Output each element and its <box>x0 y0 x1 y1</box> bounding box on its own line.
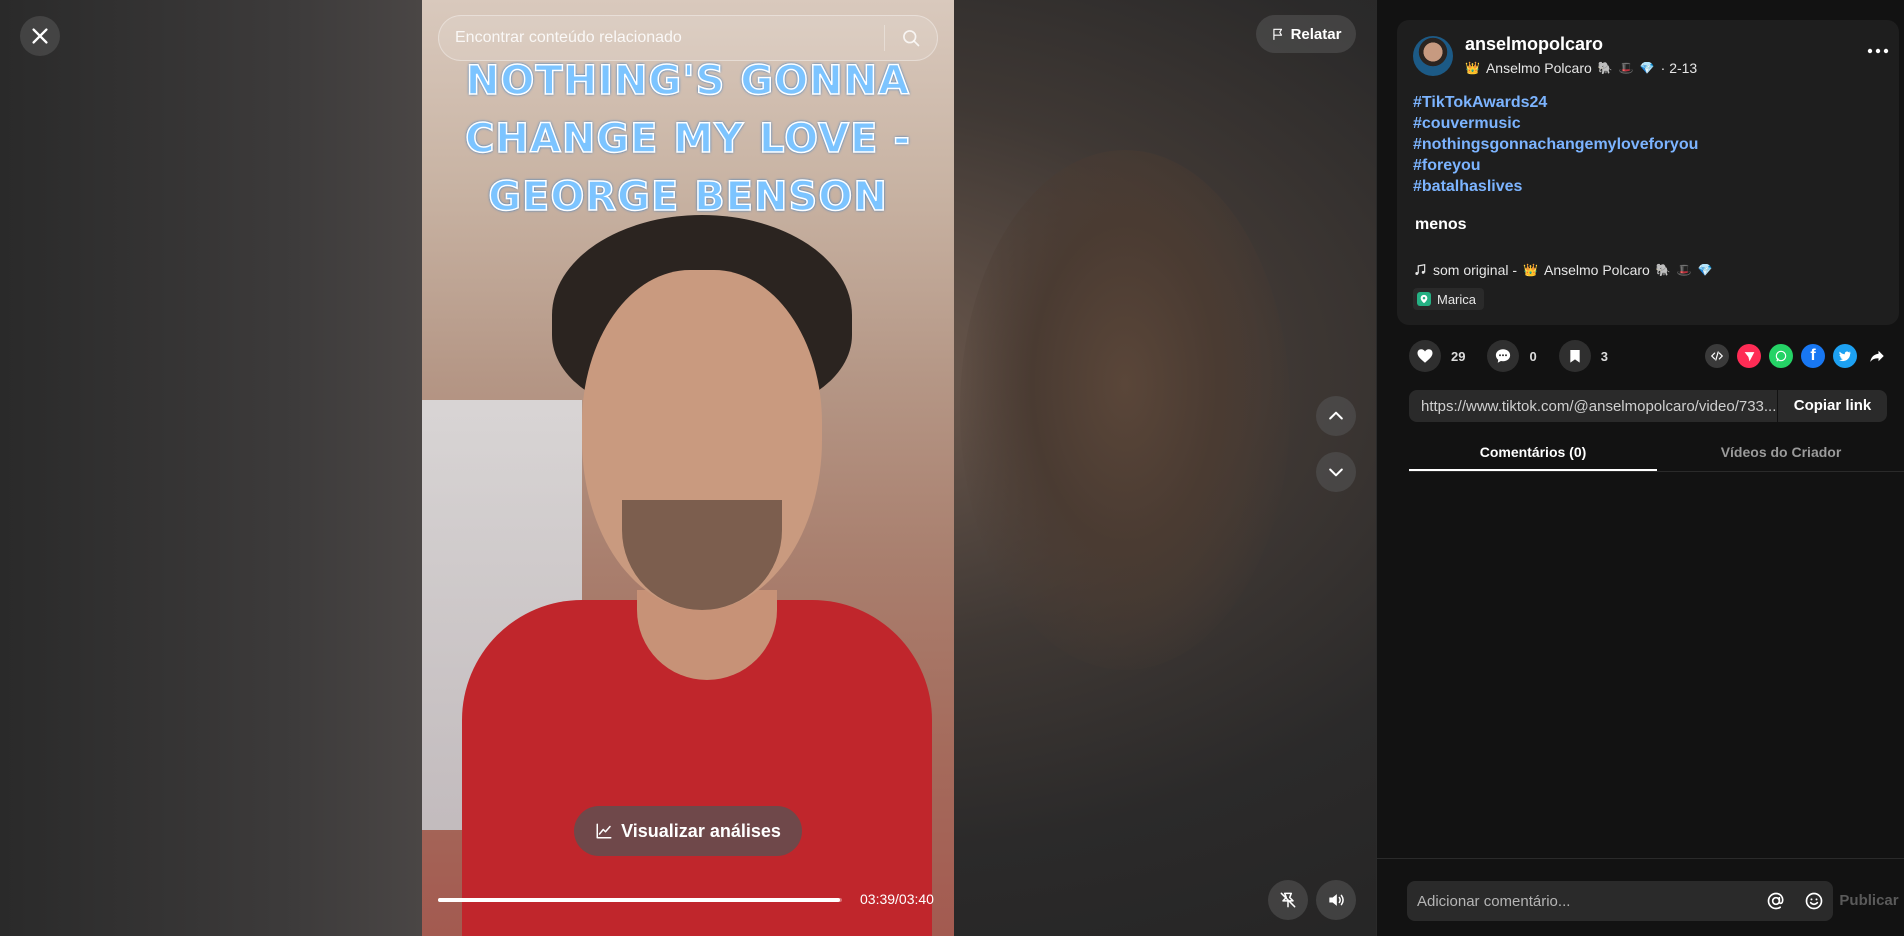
gem-badge: 💎 <box>1697 263 1713 277</box>
save-count: 3 <box>1600 348 1608 364</box>
like-count: 29 <box>1451 348 1466 364</box>
show-less-button[interactable]: menos <box>1415 216 1467 234</box>
volume-button[interactable] <box>1316 880 1356 920</box>
hashtag-link[interactable]: #TikTokAwards24 <box>1413 92 1698 113</box>
video-url[interactable]: https://www.tiktok.com/@anselmopolcaro/v… <box>1409 398 1777 415</box>
location-label: Marica <box>1437 291 1477 307</box>
hat-badge: 🎩 <box>1618 61 1634 75</box>
crown-icon: 👑 <box>1523 263 1538 277</box>
video-title-overlay: NOTHING'S GONNA CHANGE MY LOVE - GEORGE … <box>464 57 911 221</box>
details-panel: anselmopolcaro 👑 Anselmo Polcaro 🐘 🎩 💎 ·… <box>1376 0 1904 936</box>
tab-creator-videos[interactable]: Vídeos do Criador <box>1657 432 1904 471</box>
video-link-box: https://www.tiktok.com/@anselmopolcaro/v… <box>1409 390 1887 422</box>
comment-button[interactable]: 0 <box>1487 340 1537 372</box>
hashtag-link[interactable]: #couvermusic <box>1413 113 1698 134</box>
heart-icon <box>1409 340 1441 372</box>
location-tag[interactable]: Marica <box>1413 288 1485 310</box>
hashtag-list: #TikTokAwards24 #couvermusic #nothingsgo… <box>1413 92 1698 197</box>
crown-icon: 👑 <box>1465 61 1480 75</box>
mention-button[interactable] <box>1757 881 1795 921</box>
elephant-badge: 🐘 <box>1655 263 1671 277</box>
comment-composer: Publicar <box>1377 858 1904 936</box>
copy-link-button[interactable]: Copiar link <box>1777 390 1887 422</box>
blurred-background-face <box>960 150 1290 670</box>
video-progress-fill <box>438 898 840 902</box>
embed-icon[interactable] <box>1705 344 1729 368</box>
share-options: f <box>1705 344 1889 368</box>
music-label: som original - <box>1433 262 1518 278</box>
comment-count: 0 <box>1529 348 1537 364</box>
chart-icon <box>596 823 612 839</box>
video-time: 03:39/03:40 <box>860 891 934 907</box>
hat-badge: 🎩 <box>1676 263 1692 277</box>
twitter-icon[interactable] <box>1833 344 1857 368</box>
comment-icon <box>1487 340 1520 372</box>
engagement-bar: 29 0 3 <box>1409 340 1608 372</box>
author-subline: 👑 Anselmo Polcaro 🐘 🎩 💎 · 2-13 <box>1465 60 1697 76</box>
facebook-icon[interactable]: f <box>1801 344 1825 368</box>
float-player-button[interactable] <box>1268 880 1308 920</box>
tab-comments[interactable]: Comentários (0) <box>1409 432 1657 471</box>
location-pin-icon <box>1417 292 1431 306</box>
at-sign-icon <box>1767 892 1784 910</box>
close-icon <box>32 28 48 44</box>
gem-badge: 💎 <box>1639 61 1655 75</box>
hashtag-link[interactable]: #batalhaslives <box>1413 176 1698 197</box>
comment-input-wrapper <box>1407 881 1833 921</box>
volume-icon <box>1329 894 1344 906</box>
view-analytics-label: Visualizar análises <box>621 820 781 841</box>
next-video-button[interactable] <box>1316 452 1356 492</box>
report-button[interactable]: Relatar <box>1256 15 1356 53</box>
music-note-icon <box>1415 264 1426 275</box>
emoji-icon <box>1805 892 1823 910</box>
hashtag-link[interactable]: #foreyou <box>1413 155 1698 176</box>
report-label: Relatar <box>1290 25 1342 43</box>
hashtag-link[interactable]: #nothingsgonnachangemyloveforyou <box>1413 134 1698 155</box>
chevron-up-icon <box>1329 411 1343 420</box>
bookmark-icon <box>1558 340 1591 372</box>
pin-off-icon <box>1280 892 1296 908</box>
send-to-friends-icon[interactable] <box>1737 344 1761 368</box>
video-info-card: anselmopolcaro 👑 Anselmo Polcaro 🐘 🎩 💎 ·… <box>1397 20 1899 325</box>
video-progress-bar[interactable] <box>438 898 842 902</box>
music-info[interactable]: som original - 👑 Anselmo Polcaro 🐘 🎩 💎 <box>1413 262 1713 278</box>
like-button[interactable]: 29 <box>1409 340 1465 372</box>
previous-video-button[interactable] <box>1316 396 1356 436</box>
post-date: · 2-13 <box>1660 60 1698 76</box>
more-options-button[interactable] <box>1863 36 1893 66</box>
music-artist: Anselmo Polcaro <box>1543 262 1650 278</box>
panel-tabs: Comentários (0) Vídeos do Criador <box>1409 432 1904 472</box>
more-dots-icon <box>1867 48 1889 54</box>
comment-input[interactable] <box>1407 892 1757 910</box>
search-icon <box>903 30 920 47</box>
video-player[interactable]: NOTHING'S GONNA CHANGE MY LOVE - GEORGE … <box>422 0 954 936</box>
close-button[interactable] <box>20 16 60 56</box>
flag-icon <box>1272 28 1282 40</box>
emoji-button[interactable] <box>1795 881 1833 921</box>
author-username[interactable]: anselmopolcaro <box>1465 34 1603 55</box>
save-button[interactable]: 3 <box>1558 340 1608 372</box>
elephant-badge: 🐘 <box>1597 61 1613 75</box>
avatar[interactable] <box>1413 36 1453 76</box>
publish-button[interactable]: Publicar <box>1833 892 1904 909</box>
whatsapp-icon[interactable] <box>1769 344 1793 368</box>
author-display-name[interactable]: Anselmo Polcaro <box>1486 60 1592 76</box>
view-analytics-button[interactable]: Visualizar análises <box>574 806 802 856</box>
search-button[interactable] <box>885 16 937 60</box>
chevron-down-icon <box>1329 468 1343 477</box>
share-arrow-icon[interactable] <box>1865 344 1889 368</box>
search-bar[interactable] <box>438 15 938 61</box>
search-input[interactable] <box>439 29 884 47</box>
